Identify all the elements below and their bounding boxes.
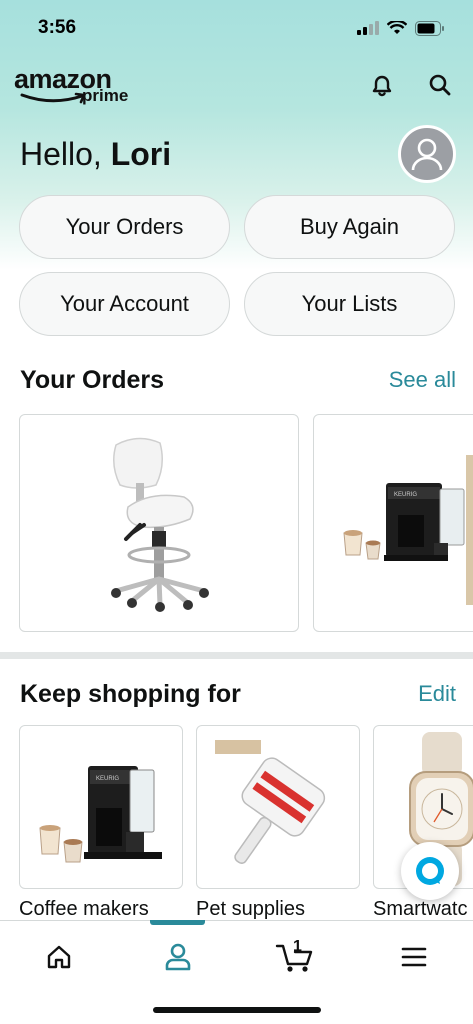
alexa-icon (416, 857, 444, 885)
app-header: amazon prime (0, 60, 473, 110)
alexa-button[interactable] (401, 842, 459, 900)
bell-icon[interactable] (367, 70, 397, 100)
home-icon[interactable] (34, 937, 84, 977)
greeting: Hello, Lori (20, 136, 171, 173)
battery-icon (415, 20, 444, 36)
greeting-row: Hello, Lori (20, 122, 456, 186)
quick-actions: Your Orders Buy Again Your Account Your … (19, 195, 455, 336)
svg-text:KEURIG: KEURIG (96, 776, 119, 782)
order-card[interactable] (19, 414, 299, 632)
orders-carousel[interactable]: KEURIG (19, 414, 473, 634)
header-actions (367, 70, 455, 100)
coffee-maker-image: KEURIG (343, 455, 473, 605)
lint-roller-image (215, 740, 326, 864)
cart-count: 1 (293, 938, 302, 955)
section-divider (0, 652, 473, 659)
product-card[interactable] (196, 725, 360, 889)
keep-shopping-header: Keep shopping for Edit (20, 674, 456, 714)
smile-arrow-icon (20, 92, 86, 104)
greeting-name: Lori (110, 135, 172, 172)
svg-text:KEURIG: KEURIG (394, 492, 417, 498)
status-time: 3:56 (38, 17, 77, 38)
signal-icon (357, 21, 379, 35)
product-label: Coffee makers (19, 898, 149, 920)
product-card[interactable]: KEURIG (19, 725, 183, 889)
amazon-prime-logo[interactable]: amazon prime (14, 64, 134, 106)
keep-shopping-item[interactable]: KEURIG Coffee makers (19, 725, 183, 921)
home-indicator (153, 1007, 321, 1013)
active-tab-indicator (150, 920, 205, 925)
person-icon (411, 138, 443, 171)
see-all-link[interactable]: See all (389, 367, 456, 393)
buy-again-button[interactable]: Buy Again (244, 195, 455, 259)
your-account-button[interactable]: Your Account (19, 272, 230, 336)
order-card[interactable]: KEURIG (313, 414, 473, 632)
keep-shopping-item[interactable]: Pet supplies (196, 725, 360, 921)
product-label: Pet supplies (196, 898, 305, 920)
logo-prime: prime (82, 86, 129, 105)
edit-link[interactable]: Edit (418, 681, 456, 707)
your-lists-button[interactable]: Your Lists (244, 272, 455, 336)
wifi-icon (387, 21, 407, 34)
stool-image (111, 437, 209, 612)
menu-icon[interactable] (389, 937, 439, 977)
greeting-prefix: Hello, (20, 135, 102, 172)
coffee-maker-image: KEURIG (39, 766, 162, 863)
product-label: Smartwatc (373, 898, 468, 920)
section-title: Your Orders (20, 365, 165, 394)
avatar[interactable] (398, 125, 456, 183)
your-orders-button[interactable]: Your Orders (19, 195, 230, 259)
account-icon[interactable] (153, 937, 203, 977)
section-title: Keep shopping for (20, 679, 241, 708)
cart-icon[interactable]: 1 (270, 937, 320, 977)
status-icons (357, 20, 445, 36)
orders-section-header: Your Orders See all (20, 360, 456, 400)
keep-shopping-carousel[interactable]: KEURIG Coffee makers Pet supplies Smartw… (19, 725, 473, 925)
status-bar: 3:56 (0, 0, 473, 56)
search-icon[interactable] (425, 70, 455, 100)
